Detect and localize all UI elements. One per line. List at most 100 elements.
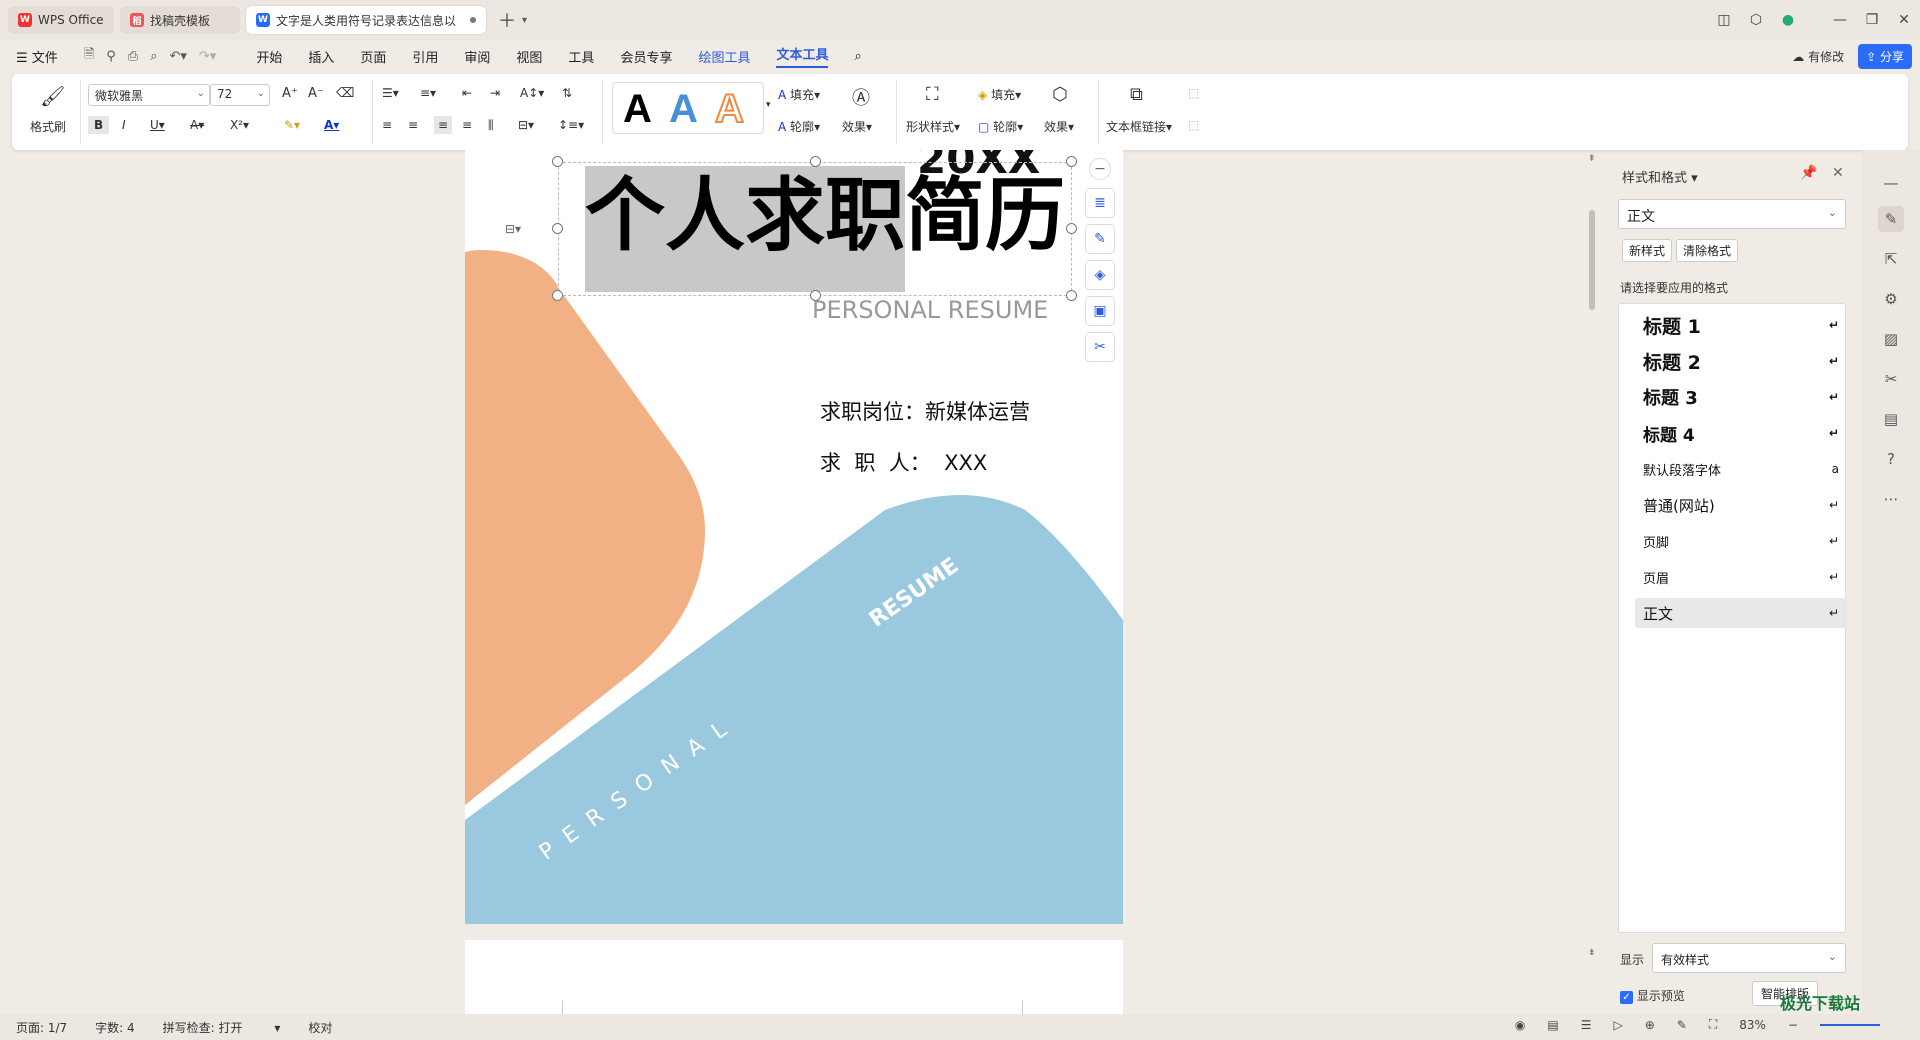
shape-effect-icon[interactable]: ⬡ bbox=[1052, 84, 1068, 105]
redo-icon[interactable]: ↷▾ bbox=[199, 49, 216, 64]
current-style-select[interactable]: 正文 ⌄ bbox=[1618, 199, 1846, 229]
scroll-up-icon[interactable]: ⇞ bbox=[1588, 154, 1596, 164]
text-effect-button[interactable]: 效果▾ bbox=[842, 118, 872, 135]
book-icon[interactable]: ▤ bbox=[1878, 406, 1904, 432]
font-name-select[interactable]: 微软雅黑 ⌄ bbox=[88, 84, 210, 106]
image-edit-icon[interactable]: ▨ bbox=[1878, 326, 1904, 352]
restore-icon[interactable]: ❐ bbox=[1856, 12, 1888, 28]
style-item-header[interactable]: 页眉 ↵ bbox=[1635, 562, 1847, 592]
clear-format-button[interactable]: 清除格式 bbox=[1676, 239, 1739, 262]
text-style-orange-outline[interactable]: A bbox=[714, 86, 745, 132]
print-icon[interactable]: ⎙ bbox=[128, 49, 138, 64]
text-style-gallery[interactable]: A A A bbox=[612, 82, 764, 134]
font-size-select[interactable]: 72 ⌄ bbox=[210, 84, 270, 106]
spell-check-toggle[interactable]: 拼写检查: 打开 ▾ bbox=[163, 1019, 281, 1036]
outline-icon[interactable]: ▣ bbox=[1085, 296, 1115, 326]
scroll-down-icon[interactable]: ⇟ bbox=[1588, 948, 1596, 958]
save-icon[interactable]: 🗎 bbox=[84, 45, 94, 67]
help-icon[interactable]: ? bbox=[1878, 446, 1904, 472]
select-icon[interactable]: ⇱ bbox=[1878, 246, 1904, 272]
align-center-icon[interactable]: ≡ bbox=[408, 118, 418, 132]
sort-icon[interactable]: ⇅ bbox=[562, 86, 572, 100]
style-item-heading4[interactable]: 标题 4 ↵ bbox=[1635, 418, 1847, 448]
pin-icon[interactable]: 📌 bbox=[1800, 165, 1817, 181]
textbox-next-icon[interactable]: ⬚ bbox=[1188, 118, 1199, 132]
decrease-font-icon[interactable]: A⁻ bbox=[308, 86, 324, 101]
word-count[interactable]: 字数: 4 bbox=[95, 1019, 135, 1036]
tools-icon[interactable]: ✂ bbox=[1878, 366, 1904, 392]
tab-template[interactable]: 稻 找稿壳模板 bbox=[120, 6, 240, 34]
web-view-icon[interactable]: ⊕ bbox=[1645, 1018, 1655, 1032]
new-tab-icon[interactable]: ＋ bbox=[498, 7, 516, 33]
style-item-body[interactable]: 正文 ↵ bbox=[1635, 598, 1847, 628]
play-icon[interactable]: ▷ bbox=[1614, 1018, 1623, 1032]
gallery-more-icon[interactable]: ▾ bbox=[766, 100, 771, 110]
wrap-text-icon[interactable]: ≣ bbox=[1085, 188, 1115, 218]
zoom-slider[interactable] bbox=[1820, 1023, 1880, 1026]
strikethrough-icon[interactable]: A▾ bbox=[190, 118, 204, 132]
bullet-list-icon[interactable]: ☰▾ bbox=[382, 86, 399, 100]
collapse-icon[interactable]: − bbox=[1089, 158, 1111, 180]
menu-member[interactable]: 会员专享 bbox=[620, 47, 672, 66]
style-item-heading1[interactable]: 标题 1 ↵ bbox=[1635, 310, 1847, 340]
textbox-prev-icon[interactable]: ⬚ bbox=[1188, 86, 1199, 100]
text-direction-icon[interactable]: A↕▾ bbox=[520, 86, 544, 100]
menu-tools[interactable]: 工具 bbox=[568, 47, 594, 66]
has-edit-button[interactable]: ☁ 有修改 bbox=[1792, 48, 1844, 65]
close-icon[interactable]: ✕ bbox=[1888, 12, 1920, 28]
show-select[interactable]: 有效样式 ⌄ bbox=[1652, 943, 1846, 973]
format-painter-label[interactable]: 格式刷 bbox=[30, 118, 66, 135]
tools-icon[interactable]: ✂ bbox=[1085, 332, 1115, 362]
zoom-level[interactable]: 83% bbox=[1739, 1018, 1766, 1032]
fit-icon[interactable]: ⛶ bbox=[1709, 1017, 1717, 1032]
style-item-default-font[interactable]: 默认段落字体 a bbox=[1635, 454, 1847, 484]
textbox-selection-frame[interactable] bbox=[558, 162, 1072, 296]
panel-title[interactable]: 样式和格式 ▾ bbox=[1622, 167, 1698, 186]
document-page[interactable]: P E R S O N A L RESUME 20XX 个人求职简历 PERSO… bbox=[465, 150, 1123, 924]
superscript-icon[interactable]: X²▾ bbox=[230, 118, 249, 132]
justify-icon[interactable]: ≡ bbox=[462, 118, 472, 132]
align-right-icon[interactable]: ≡ bbox=[434, 116, 453, 134]
textbox-link-icon[interactable]: ⧉ bbox=[1130, 84, 1143, 105]
shape-fill-button[interactable]: ◈ 填充▾ bbox=[978, 86, 1021, 103]
resize-handle[interactable] bbox=[552, 290, 563, 301]
align-left-icon[interactable]: ≡ bbox=[382, 118, 392, 132]
increase-font-icon[interactable]: A⁺ bbox=[282, 86, 298, 101]
numbered-list-icon[interactable]: ≡▾ bbox=[420, 86, 436, 100]
fill-bucket-icon[interactable]: ◈ bbox=[1085, 260, 1115, 290]
menu-reference[interactable]: 引用 bbox=[412, 47, 438, 66]
tab-dropdown-icon[interactable]: ▾ bbox=[522, 15, 527, 26]
text-outline-button[interactable]: A 轮廓▾ bbox=[778, 118, 820, 135]
menu-view[interactable]: 视图 bbox=[516, 47, 542, 66]
tab-document[interactable]: W 文字是人类用符号记录表达信息以 bbox=[246, 6, 486, 34]
show-preview-checkbox[interactable]: ✓ 显示预览 bbox=[1620, 987, 1685, 1004]
minimize-icon[interactable]: — bbox=[1824, 12, 1856, 28]
shape-outline-button[interactable]: ▢ 轮廓▾ bbox=[978, 118, 1023, 135]
pen-icon[interactable]: ✎ bbox=[1677, 1018, 1687, 1032]
vertical-scrollbar[interactable]: ⇞ ⇟ bbox=[1586, 150, 1598, 1010]
resize-handle[interactable] bbox=[1066, 156, 1077, 167]
style-item-normal-web[interactable]: 普通(网站) ↵ bbox=[1635, 490, 1847, 520]
clear-format-icon[interactable]: ⌫ bbox=[336, 86, 354, 101]
font-color-icon[interactable]: A▾ bbox=[324, 118, 339, 132]
resize-handle[interactable] bbox=[810, 156, 821, 167]
resize-handle[interactable] bbox=[552, 156, 563, 167]
eye-icon[interactable]: ◉ bbox=[1515, 1018, 1525, 1032]
page-view-icon[interactable]: ▤ bbox=[1547, 1018, 1558, 1032]
shape-effect-button[interactable]: 效果▾ bbox=[1044, 118, 1074, 135]
new-style-button[interactable]: 新样式 bbox=[1622, 239, 1673, 262]
menu-insert[interactable]: 插入 bbox=[308, 47, 334, 66]
distribute-icon[interactable]: ⫼ bbox=[488, 118, 494, 133]
layout-options-icon[interactable]: ⊟▾ bbox=[505, 222, 521, 236]
undo-icon[interactable]: ↶▾ bbox=[169, 49, 186, 64]
resize-handle[interactable] bbox=[810, 290, 821, 301]
zoom-out-icon[interactable]: − bbox=[1788, 1018, 1798, 1032]
line-spacing-icon[interactable]: ↕≡▾ bbox=[558, 118, 584, 132]
style-item-footer[interactable]: 页脚 ↵ bbox=[1635, 526, 1847, 556]
resize-handle[interactable] bbox=[552, 223, 563, 234]
pen-icon[interactable]: ✎ bbox=[1085, 224, 1115, 254]
search-icon[interactable]: ⌕ bbox=[854, 49, 861, 64]
highlight-icon[interactable]: ✎▾ bbox=[284, 118, 300, 132]
more-icon[interactable]: ⋯ bbox=[1878, 486, 1904, 512]
close-icon[interactable]: ✕ bbox=[1832, 165, 1844, 181]
